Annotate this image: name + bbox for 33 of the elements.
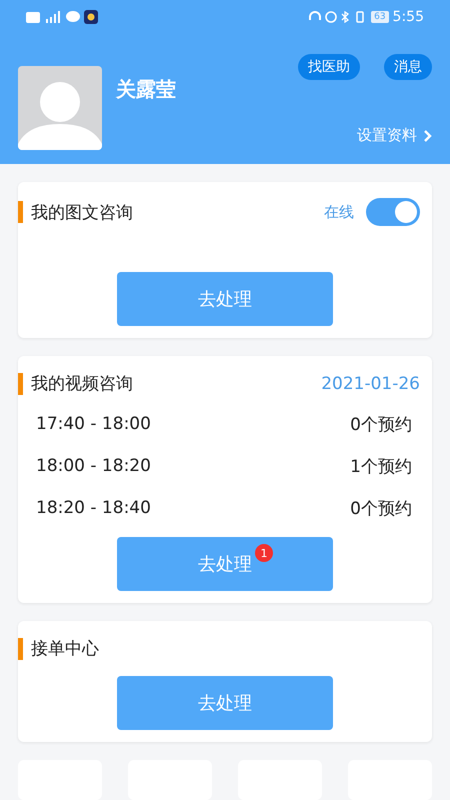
card-title: 我的图文咨询 [31,202,133,224]
notification-badge: 1 [255,544,273,562]
user-name: 关露莹 [116,76,176,103]
headphones-icon [309,11,322,23]
settings-link[interactable]: 设置资料 [357,126,432,145]
accent-bar [18,372,23,394]
booking-count: 0个预约 [350,414,412,436]
header-button[interactable]: 消息 [384,54,432,80]
booking-count: 0个预约 [350,498,412,520]
accent-bar [18,201,23,223]
booking-count: 1个预约 [350,456,412,478]
process-button[interactable]: 去处理 [117,676,333,730]
time-slot: 18:20 - 18:40 [36,498,151,518]
date-label: 2021-01-26 [321,374,420,394]
online-toggle[interactable] [366,198,420,226]
status-label: 在线 [324,202,354,222]
alarm-icon [325,11,338,23]
time-slot: 18:00 - 18:20 [36,456,151,476]
clock-time: 5:55 [392,9,424,25]
card-title: 我的视频咨询 [31,373,133,395]
process-button[interactable]: 去处理 [117,272,333,326]
card-title: 接单中心 [31,638,99,660]
time-slot: 17:40 - 18:00 [36,414,151,434]
battery-level: 63 [371,11,389,23]
chevron-right-icon [423,128,432,142]
header-button[interactable]: 找医助 [298,54,360,80]
process-button[interactable]: 去处理 1 [117,537,333,591]
signal-icon [44,11,62,23]
accent-bar [18,638,23,660]
app-icon [84,10,98,24]
chat-icon [66,11,80,23]
bluetooth-icon [341,11,350,23]
avatar-icon [18,66,102,150]
